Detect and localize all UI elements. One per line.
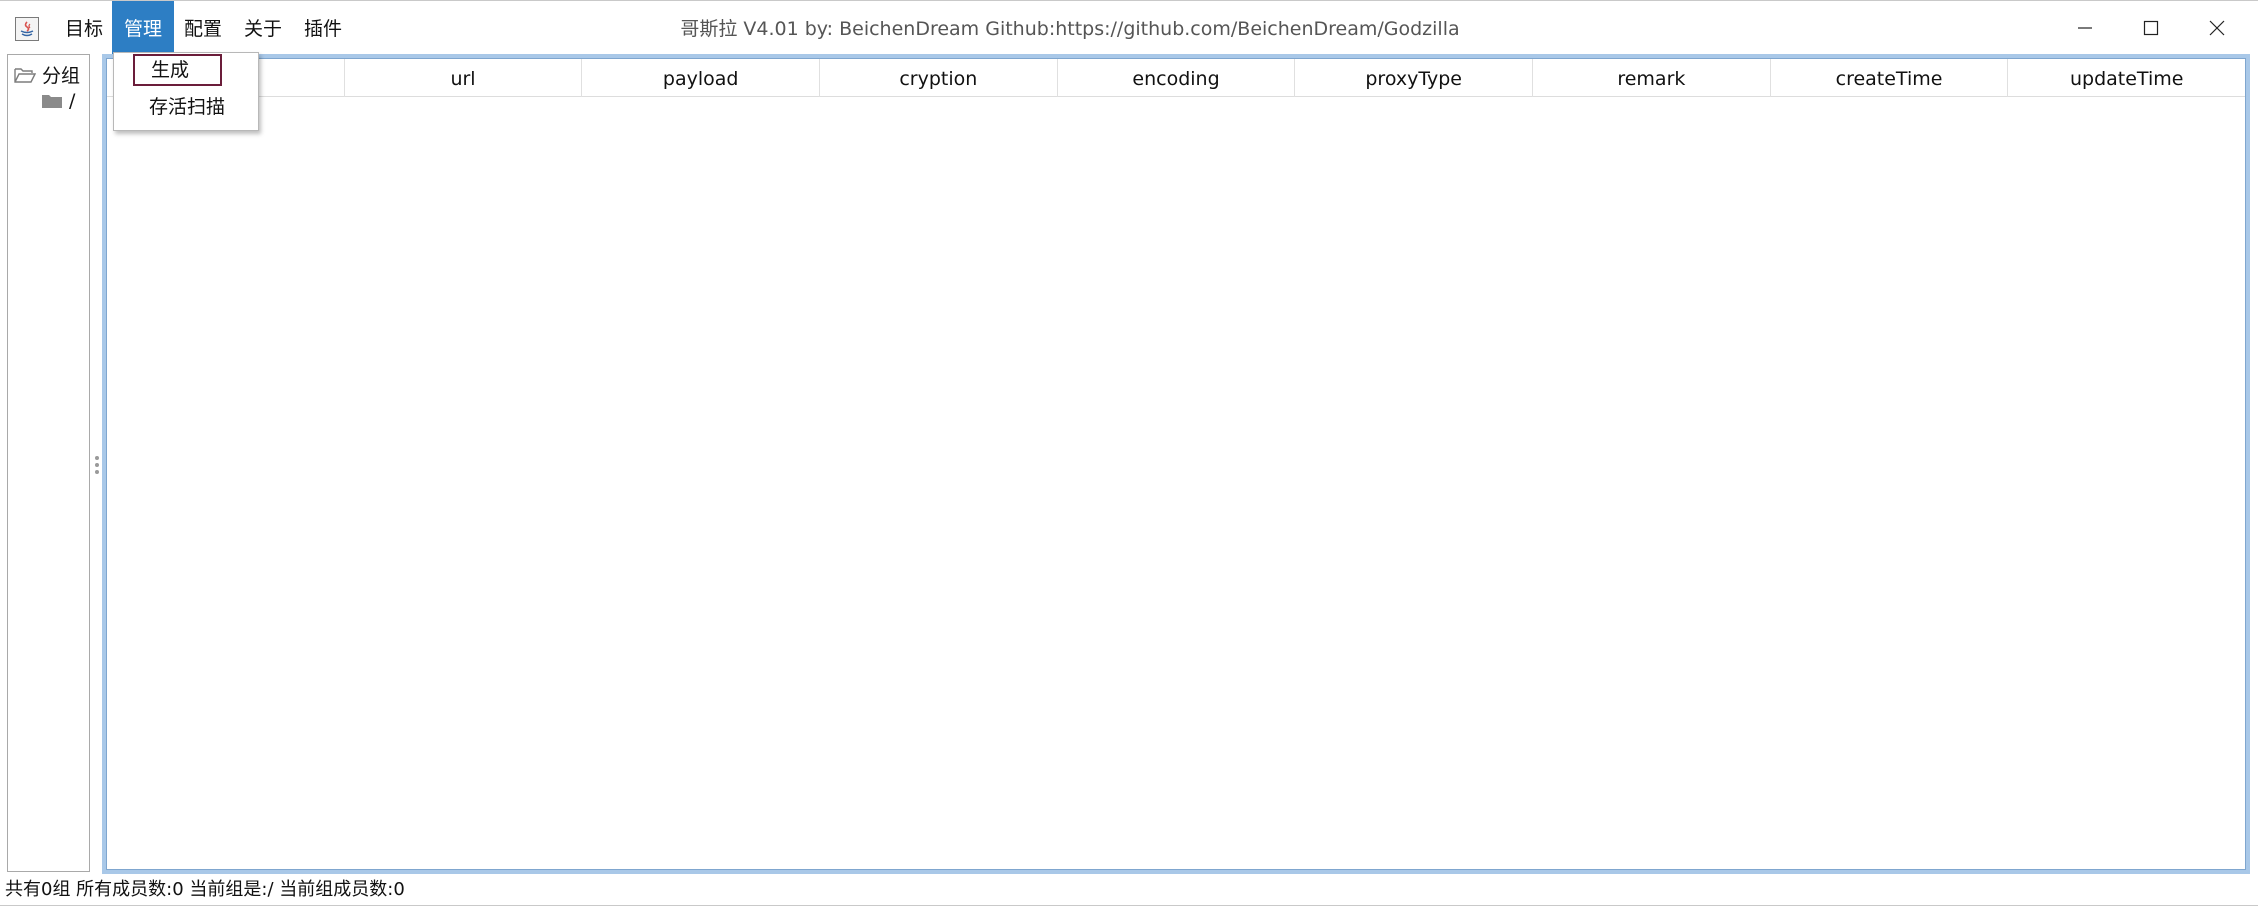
column-header-cryption[interactable]: cryption: [820, 59, 1058, 97]
menu-plugins[interactable]: 插件: [292, 1, 354, 54]
close-icon: [2209, 20, 2225, 35]
column-header-createtime[interactable]: createTime: [1771, 59, 2009, 97]
table-header: idurlpayloadcryptionencodingproxyTyperem…: [107, 59, 2245, 97]
column-header-url[interactable]: url: [345, 59, 583, 97]
column-header-remark[interactable]: remark: [1533, 59, 1771, 97]
bottom-border: [0, 905, 2258, 906]
menu-target[interactable]: 目标: [53, 1, 115, 54]
status-bar: 共有0组 所有成员数:0 当前组是:/ 当前组成员数:0: [5, 879, 405, 900]
tree-node-root[interactable]: 分组: [14, 61, 80, 88]
java-app-icon[interactable]: [15, 17, 39, 41]
menu-config[interactable]: 配置: [172, 1, 234, 54]
manage-dropdown-menu: 生成 存活扫描: [113, 52, 259, 131]
shell-table[interactable]: idurlpayloadcryptionencodingproxyTyperem…: [102, 54, 2250, 874]
minimize-icon: [2078, 26, 2092, 29]
close-button[interactable]: [2184, 1, 2250, 54]
menu-item-generate[interactable]: 生成: [133, 54, 222, 86]
main-window: 目标 管理 配置 关于 插件 哥斯拉 V4.01 by: BeichenDrea…: [0, 0, 2258, 911]
window-title: 哥斯拉 V4.01 by: BeichenDream Github:https:…: [680, 18, 1460, 40]
folder-icon: [42, 95, 62, 108]
column-header-updatetime[interactable]: updateTime: [2008, 59, 2245, 97]
maximize-button[interactable]: [2118, 1, 2184, 54]
title-bar: 目标 管理 配置 关于 插件 哥斯拉 V4.01 by: BeichenDrea…: [0, 0, 2258, 54]
menu-item-alive-scan[interactable]: 存活扫描: [133, 91, 241, 123]
tree-node-root-group[interactable]: /: [41, 90, 75, 112]
minimize-button[interactable]: [2052, 1, 2118, 54]
menu-about[interactable]: 关于: [232, 1, 294, 54]
column-header-encoding[interactable]: encoding: [1058, 59, 1296, 97]
split-pane-divider[interactable]: [92, 54, 102, 872]
tree-node-label: /: [69, 90, 76, 112]
folder-open-icon: [14, 67, 36, 83]
column-header-proxytype[interactable]: proxyType: [1295, 59, 1534, 97]
column-header-payload[interactable]: payload: [582, 59, 821, 97]
menu-manage[interactable]: 管理: [112, 1, 175, 54]
maximize-icon: [2143, 20, 2159, 35]
tree-node-label: 分组: [42, 65, 81, 87]
group-tree[interactable]: 分组 /: [7, 54, 90, 872]
